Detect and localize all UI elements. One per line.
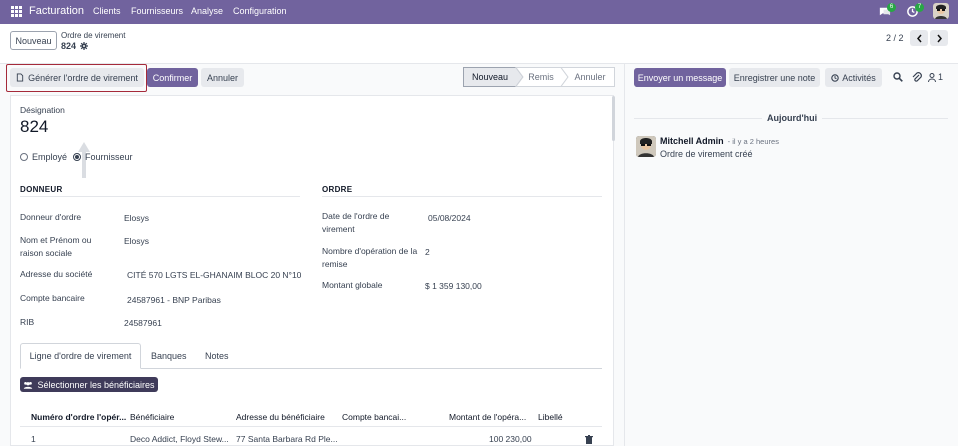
field-value-order-date[interactable]: 05/08/2024	[428, 213, 471, 223]
app-name[interactable]: Facturation	[29, 5, 84, 17]
user-avatar[interactable]	[933, 3, 949, 19]
record-name: 824	[61, 41, 77, 51]
message-body: Ordre de virement créé	[660, 149, 753, 159]
field-value-total-amount: $ 1 359 130,00	[425, 281, 482, 291]
field-label-order-date: Date de l'ordre de virement	[322, 211, 390, 234]
status-new[interactable]: Nouveau	[464, 68, 516, 86]
radio-employee-label: Employé	[32, 152, 68, 162]
activities-button[interactable]: Activités	[825, 68, 882, 87]
menu-configuration[interactable]: Configuration	[233, 6, 287, 16]
field-value-operation-count[interactable]: 2	[425, 247, 430, 257]
select-beneficiaries-label: Sélectionner les bénéficiaires	[37, 379, 155, 390]
gear-icon[interactable]	[80, 42, 89, 50]
date-separator-line	[634, 118, 762, 119]
status-cancelled[interactable]: Annuler	[566, 68, 614, 86]
table-header-divider	[20, 426, 602, 427]
column-header-account[interactable]: Compte bancai...	[342, 412, 406, 422]
row-address[interactable]: 77 Santa Barbara Rd Ple...	[236, 434, 338, 444]
tab-banks[interactable]: Banques	[151, 351, 187, 361]
date-separator-line	[822, 118, 948, 119]
paperclip-icon[interactable]	[911, 71, 922, 83]
users-icon	[24, 381, 33, 389]
radio-supplier-circle[interactable]	[73, 153, 81, 161]
breadcrumb-current: 824	[61, 41, 89, 51]
messages-badge: 6	[887, 3, 896, 12]
column-header-beneficiary[interactable]: Bénéficiaire	[130, 412, 174, 422]
search-icon[interactable]	[893, 72, 903, 82]
section-divider	[20, 196, 300, 197]
radio-supplier-label: Fournisseur	[85, 152, 133, 162]
user-icon	[928, 72, 936, 82]
followers-button[interactable]: 1	[928, 72, 943, 82]
field-label-bank-account: Compte bancaire	[20, 293, 85, 303]
pager-previous-button[interactable]	[910, 30, 928, 46]
status-submitted[interactable]: Remis	[522, 68, 560, 86]
control-panel	[0, 24, 958, 64]
tab-transfer-lines[interactable]: Ligne d'ordre de virement	[20, 343, 141, 369]
generate-transfer-order-button[interactable]: Générer l'ordre de virement	[10, 68, 144, 87]
message-time: - il y a 2 heures	[727, 137, 779, 146]
activities-label: Activités	[842, 72, 876, 83]
message-author[interactable]: Mitchell Admin	[660, 136, 724, 146]
field-label-name: Nom et Prénom ou raison sociale	[20, 235, 92, 258]
pager-next-button[interactable]	[930, 30, 948, 46]
chevron-left-icon	[916, 34, 922, 42]
radio-supplier[interactable]: Fournisseur	[73, 152, 133, 162]
column-header-address[interactable]: Adresse du bénéficiaire	[236, 412, 325, 422]
pager-value[interactable]: 2 / 2	[886, 33, 904, 43]
menu-analysis[interactable]: Analyse	[191, 6, 223, 16]
form-scrollbar[interactable]	[612, 96, 615, 141]
menu-clients[interactable]: Clients	[93, 6, 121, 16]
field-value-name[interactable]: Elosys	[124, 236, 149, 246]
section-divider	[322, 196, 602, 197]
column-header-number[interactable]: Numéro d'ordre l'opér...	[31, 412, 126, 422]
column-header-label[interactable]: Libellé	[538, 412, 563, 422]
followers-count: 1	[938, 72, 944, 82]
field-label-rib: RIB	[20, 317, 35, 327]
row-beneficiary[interactable]: Deco Addict, Floyd Stew...	[130, 434, 229, 444]
breadcrumb-parent[interactable]: Ordre de virement	[61, 31, 125, 40]
field-value-address[interactable]: CITÉ 570 LGTS EL-GHANAIM BLOC 20 N°10	[127, 270, 301, 280]
row-number[interactable]: 1	[31, 434, 36, 444]
designation-label: Désignation	[20, 105, 65, 115]
send-message-button[interactable]: Envoyer un message	[634, 68, 726, 87]
top-navbar: Facturation Clients Fournisseurs Analyse…	[0, 0, 958, 24]
tab-transfer-lines-label: Ligne d'ordre de virement	[29, 351, 132, 361]
field-label-donor: Donneur d'ordre	[20, 212, 82, 222]
message-header: Mitchell Admin - il y a 2 heures	[660, 136, 779, 146]
trash-icon[interactable]	[585, 435, 593, 444]
section-donor: DONNEUR	[20, 185, 63, 194]
clock-icon	[831, 73, 839, 82]
menu-suppliers[interactable]: Fournisseurs	[131, 6, 183, 16]
field-value-bank-account[interactable]: 24587961 - BNP Paribas	[127, 295, 221, 305]
cancel-button[interactable]: Annuler	[201, 68, 244, 87]
radio-employee[interactable]: Employé	[20, 152, 67, 162]
generate-label: Générer l'ordre de virement	[28, 72, 138, 83]
field-label-operation-count: Nombre d'opération de la remise	[322, 246, 418, 269]
tab-notes[interactable]: Notes	[205, 351, 229, 361]
radio-employee-circle[interactable]	[20, 153, 28, 161]
section-order: ORDRE	[322, 185, 353, 194]
date-separator: Aujourd'hui	[767, 113, 818, 123]
activities-badge: 7	[915, 3, 924, 12]
author-avatar[interactable]	[636, 136, 656, 157]
log-note-button[interactable]: Enregistrer une note	[729, 68, 820, 87]
file-icon	[16, 73, 24, 82]
field-label-address: Adresse du société	[20, 269, 93, 279]
field-label-total-amount: Montant globale	[322, 280, 383, 290]
chatter-divider	[624, 64, 625, 446]
chevron-right-icon	[936, 34, 942, 42]
apps-grid-icon[interactable]	[11, 6, 22, 17]
field-value-donor[interactable]: Elosys	[124, 213, 149, 223]
field-value-rib[interactable]: 24587961	[124, 318, 162, 328]
new-button[interactable]: Nouveau	[10, 31, 57, 50]
select-beneficiaries-button[interactable]: Sélectionner les bénéficiaires	[20, 377, 158, 392]
designation-value[interactable]: 824	[20, 117, 48, 137]
form-sheet	[10, 95, 614, 446]
column-header-amount[interactable]: Montant de l'opéra...	[449, 412, 526, 422]
confirm-button[interactable]: Confirmer	[147, 68, 198, 87]
row-amount[interactable]: 100 230,00	[489, 434, 532, 444]
